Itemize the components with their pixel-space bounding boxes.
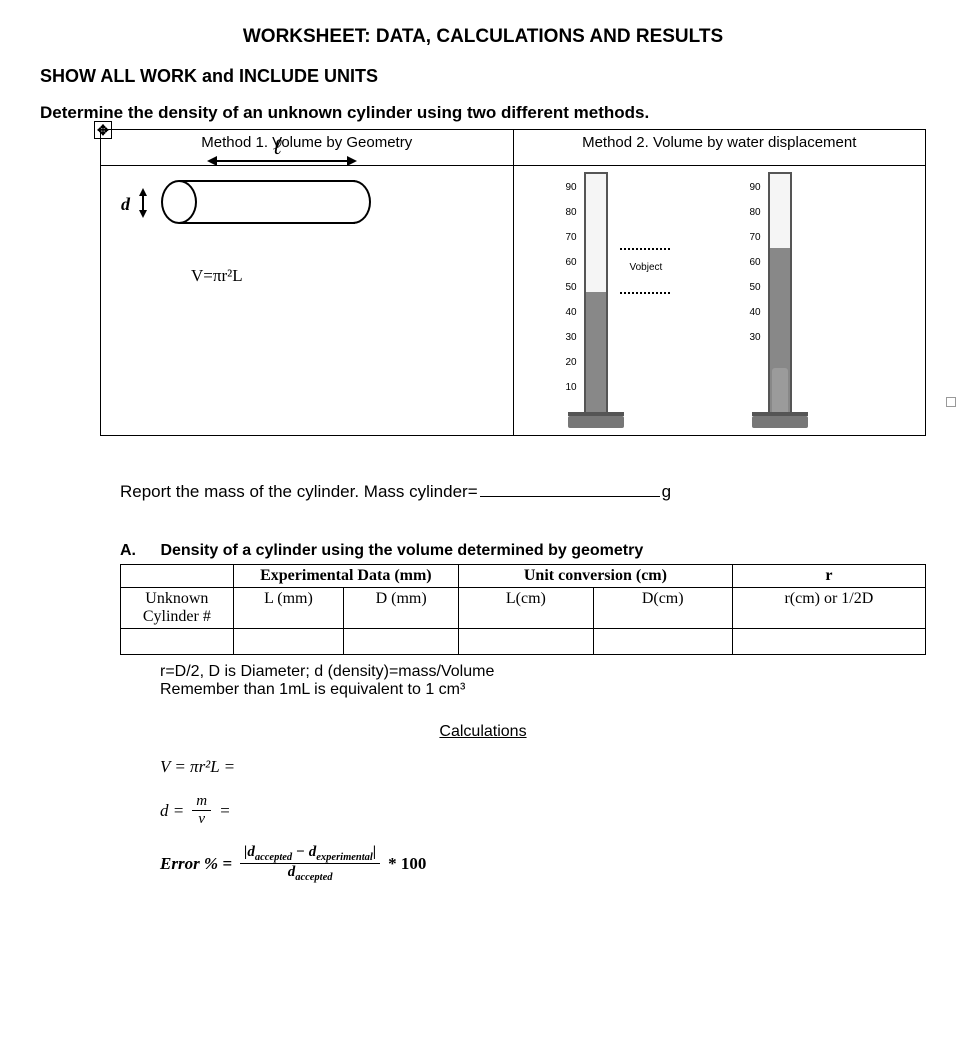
input-L-cm[interactable] bbox=[459, 629, 594, 655]
tick-70: 70 bbox=[566, 232, 577, 243]
volume-formula: V=πr²L bbox=[191, 266, 243, 286]
cell-D-cm: D(cm) bbox=[593, 588, 732, 629]
notes: r=D/2, D is Diameter; d (density)=mass/V… bbox=[160, 663, 926, 699]
input-r-cm[interactable] bbox=[732, 629, 925, 655]
diameter-label: d bbox=[121, 194, 130, 215]
tick-30: 30 bbox=[566, 332, 577, 343]
note-line2: Remember than 1mL is equivalent to 1 cm³ bbox=[160, 681, 926, 699]
tick-20: 20 bbox=[566, 357, 577, 368]
mass-prompt: Report the mass of the cylinder. Mass cy… bbox=[120, 482, 478, 501]
tick-40: 40 bbox=[566, 307, 577, 318]
mass-blank[interactable] bbox=[480, 496, 660, 497]
note-line1: r=D/2, D is Diameter; d (density)=mass/V… bbox=[160, 663, 926, 681]
input-D-cm[interactable] bbox=[593, 629, 732, 655]
dash-upper-icon bbox=[620, 248, 670, 250]
task-heading: Determine the density of an unknown cyli… bbox=[40, 103, 926, 123]
show-work-heading: SHOW ALL WORK and INCLUDE UNITS bbox=[40, 66, 926, 87]
length-arrow-icon bbox=[207, 156, 357, 166]
tick2-50: 50 bbox=[750, 282, 761, 293]
input-D-mm[interactable] bbox=[344, 629, 459, 655]
tick-60: 60 bbox=[566, 257, 577, 268]
col-unit-conv: Unit conversion (cm) bbox=[459, 565, 733, 588]
col-r: r bbox=[732, 565, 925, 588]
graduated-cylinder-left: 90 80 70 60 50 40 30 20 10 bbox=[574, 172, 618, 428]
tick2-30: 30 bbox=[750, 332, 761, 343]
method2-cell: 90 80 70 60 50 40 30 20 10 Vobject bbox=[513, 166, 926, 436]
diameter-arrow-icon bbox=[139, 188, 147, 218]
method1-cell: ℓ d V=πr²L bbox=[101, 166, 514, 436]
cylinder-diagram: ℓ d bbox=[161, 180, 361, 224]
tick-90: 90 bbox=[566, 182, 577, 193]
mass-unit: g bbox=[662, 482, 671, 501]
mass-line: Report the mass of the cylinder. Mass cy… bbox=[120, 482, 926, 502]
cell-unknown-cyl: Unknown Cylinder # bbox=[121, 588, 234, 629]
tick2-40: 40 bbox=[750, 307, 761, 318]
cell-r-cm: r(cm) or 1/2D bbox=[732, 588, 925, 629]
input-unknown-cyl[interactable] bbox=[121, 629, 234, 655]
worksheet-title: WORKSHEET: DATA, CALCULATIONS AND RESULT… bbox=[40, 26, 926, 48]
section-a-heading: A. Density of a cylinder using the volum… bbox=[120, 542, 926, 560]
tick-80: 80 bbox=[566, 207, 577, 218]
tick-50: 50 bbox=[566, 282, 577, 293]
section-a-label: A. bbox=[120, 542, 156, 560]
data-table-a: Experimental Data (mm) Unit conversion (… bbox=[120, 564, 926, 655]
cell-L-mm: L (mm) bbox=[233, 588, 344, 629]
eq-error: Error % = |daccepted − dexperimental| da… bbox=[160, 844, 926, 883]
dash-lower-icon bbox=[620, 292, 670, 294]
col-experimental: Experimental Data (mm) bbox=[233, 565, 458, 588]
tick2-70: 70 bbox=[750, 232, 761, 243]
method2-header: Method 2. Volume by water displacement bbox=[513, 130, 926, 166]
cell-D-mm: D (mm) bbox=[344, 588, 459, 629]
graduated-cylinder-right: 90 80 70 60 50 40 30 bbox=[758, 172, 802, 428]
section-a-title: Density of a cylinder using the volume d… bbox=[160, 542, 643, 559]
tick-10: 10 bbox=[566, 382, 577, 393]
graduated-cylinders: 90 80 70 60 50 40 30 20 10 Vobject bbox=[574, 172, 802, 428]
cell-L-cm: L(cm) bbox=[459, 588, 594, 629]
tick2-80: 80 bbox=[750, 207, 761, 218]
resize-handle-icon bbox=[946, 397, 956, 407]
input-L-mm[interactable] bbox=[233, 629, 344, 655]
tick2-90: 90 bbox=[750, 182, 761, 193]
eq-density: d = m v = bbox=[160, 793, 926, 828]
tick2-60: 60 bbox=[750, 257, 761, 268]
calculations-heading: Calculations bbox=[40, 723, 926, 741]
sample-object-in-cylinder bbox=[772, 368, 788, 412]
equations: V = πr²L = d = m v = Error % = |daccepte… bbox=[160, 757, 926, 883]
methods-table: Method 1. Volume by Geometry Method 2. V… bbox=[100, 129, 926, 436]
eq-volume: V = πr²L = bbox=[160, 757, 926, 777]
methods-table-wrap: Method 1. Volume by Geometry Method 2. V… bbox=[100, 129, 926, 436]
task-text: Determine the density of an unknown cyli… bbox=[40, 103, 649, 122]
v-object-label: Vobject bbox=[630, 262, 663, 273]
